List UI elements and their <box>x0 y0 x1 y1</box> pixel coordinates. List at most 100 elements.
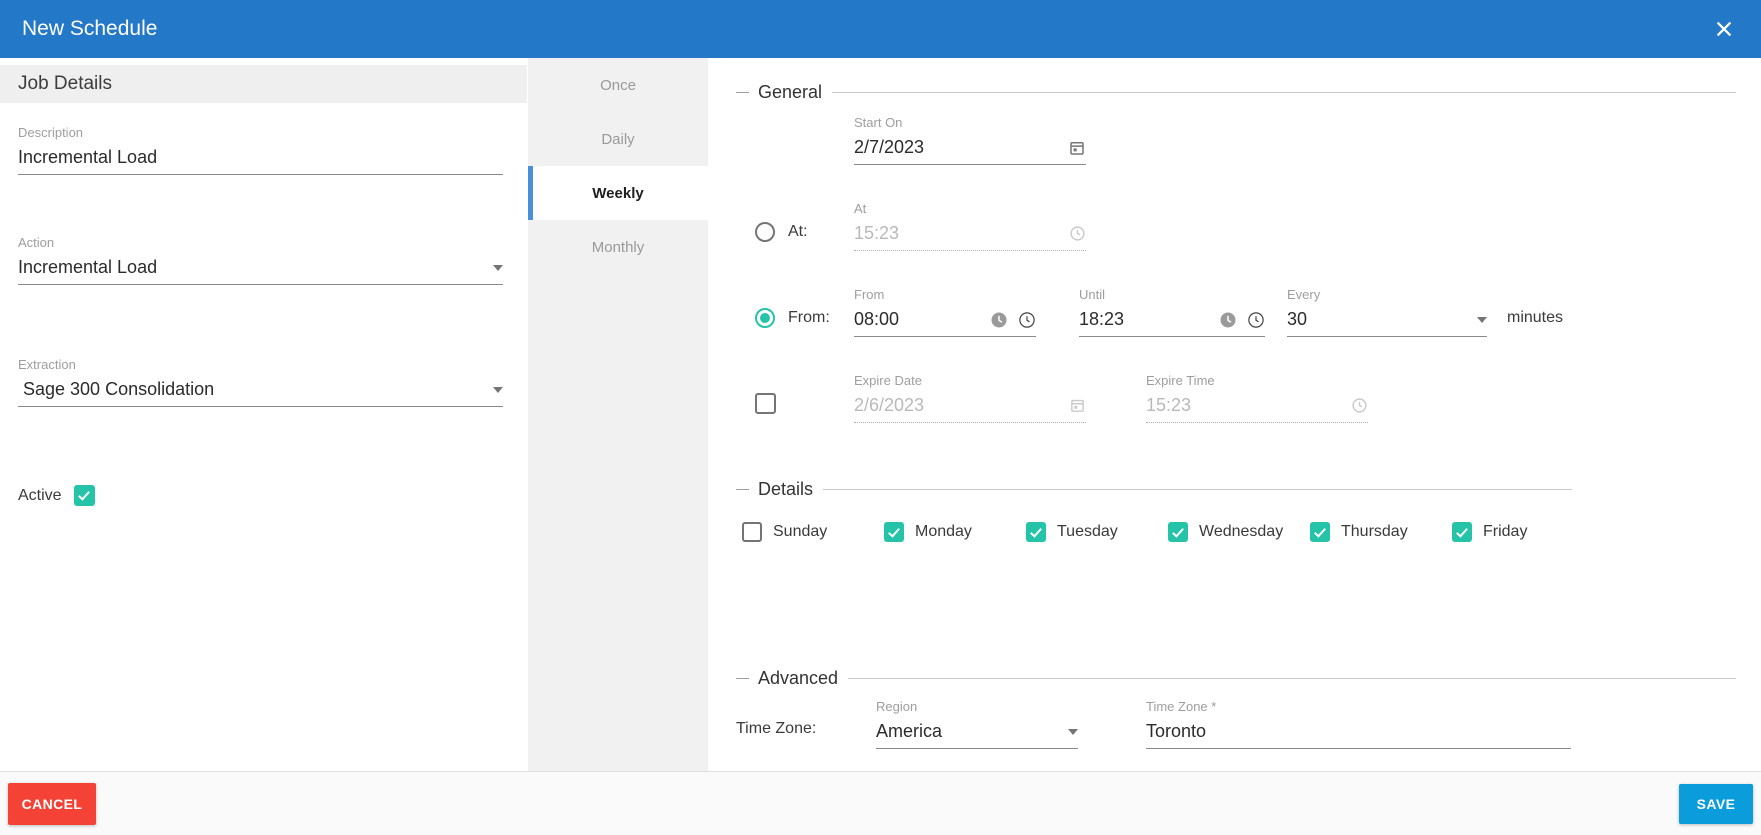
calendar-icon[interactable] <box>1069 397 1086 414</box>
clock-filled-icon[interactable] <box>1219 311 1237 329</box>
day-item-thursday: Thursday <box>1310 522 1452 542</box>
job-details-fields: Description Incremental Load Action Incr… <box>0 125 527 506</box>
advanced-legend-text: Advanced <box>758 668 838 689</box>
clock-outline-icon[interactable] <box>1018 311 1036 329</box>
description-value[interactable]: Incremental Load <box>18 147 503 168</box>
extraction-value[interactable]: Sage 300 Consolidation <box>18 379 493 400</box>
details-legend-text: Details <box>758 479 813 500</box>
tab-once[interactable]: Once <box>528 58 708 112</box>
calendar-icon[interactable] <box>1068 139 1086 157</box>
close-icon[interactable] <box>1711 16 1737 42</box>
time-zone-value[interactable]: Toronto <box>1146 721 1571 742</box>
minutes-label: minutes <box>1507 309 1563 337</box>
from-time-field[interactable]: From 08:00 <box>854 287 1036 337</box>
dialog-footer: CANCEL SAVE <box>0 771 1761 835</box>
clock-icon[interactable] <box>1351 397 1368 414</box>
advanced-section-legend: Advanced <box>736 668 1736 689</box>
expire-time-value[interactable]: 15:23 <box>1146 395 1351 416</box>
day-item-friday: Friday <box>1452 522 1594 542</box>
at-time-label: At <box>854 201 1086 216</box>
at-time-field[interactable]: At 15:23 <box>854 201 1086 251</box>
expire-time-label: Expire Time <box>1146 373 1368 388</box>
tab-monthly[interactable]: Monthly <box>528 220 708 274</box>
start-on-value[interactable]: 2/7/2023 <box>854 137 1068 158</box>
time-zone-field[interactable]: Time Zone * Toronto <box>1146 699 1571 749</box>
start-on-label: Start On <box>854 115 1086 130</box>
expire-checkbox[interactable] <box>755 393 776 414</box>
until-time-field[interactable]: Until 18:23 <box>1079 287 1265 337</box>
at-radio-label: At: <box>788 223 808 241</box>
expire-date-label: Expire Date <box>854 373 1086 388</box>
sunday-label: Sunday <box>773 523 827 541</box>
region-value[interactable]: America <box>876 721 1068 742</box>
every-select[interactable]: Every 30 <box>1287 287 1487 337</box>
tab-weekly[interactable]: Weekly <box>528 166 708 220</box>
until-time-value[interactable]: 18:23 <box>1079 309 1219 330</box>
clock-outline-icon[interactable] <box>1247 311 1265 329</box>
active-label: Active <box>18 487 62 505</box>
day-item-monday: Monday <box>884 522 1026 542</box>
time-zone-row: Time Zone: Region America Time Zone * To… <box>736 699 1736 749</box>
description-field[interactable]: Description Incremental Load <box>18 125 503 175</box>
chevron-down-icon[interactable] <box>1068 729 1078 735</box>
sunday-checkbox[interactable] <box>742 522 762 542</box>
schedule-settings: General Start On 2/7/2023 At <box>708 58 1761 771</box>
from-time-value[interactable]: 08:00 <box>854 309 990 330</box>
until-time-label: Until <box>1079 287 1265 302</box>
monday-label: Monday <box>915 523 972 541</box>
time-zone-label: Time Zone * <box>1146 699 1571 714</box>
schedule-type-tabs: Once Daily Weekly Monthly <box>528 58 708 771</box>
tuesday-checkbox[interactable] <box>1026 522 1046 542</box>
start-on-field[interactable]: Start On 2/7/2023 <box>854 115 1086 165</box>
extraction-label: Extraction <box>18 357 503 372</box>
clock-icon[interactable] <box>1069 225 1086 242</box>
action-value[interactable]: Incremental Load <box>18 257 493 278</box>
new-schedule-dialog: New Schedule Job Details Description Inc… <box>0 0 1761 835</box>
description-label: Description <box>18 125 503 140</box>
every-value[interactable]: 30 <box>1287 309 1477 330</box>
dialog-header: New Schedule <box>0 0 1761 58</box>
at-time-value[interactable]: 15:23 <box>854 223 1069 244</box>
clock-filled-icon[interactable] <box>990 311 1008 329</box>
region-select[interactable]: Region America <box>876 699 1078 749</box>
thursday-checkbox[interactable] <box>1310 522 1330 542</box>
action-label: Action <box>18 235 503 250</box>
cancel-button[interactable]: CANCEL <box>8 783 96 825</box>
wednesday-label: Wednesday <box>1199 523 1283 541</box>
general-legend-text: General <box>758 82 822 103</box>
day-item-wednesday: Wednesday <box>1168 522 1310 542</box>
job-details-panel: Job Details Description Incremental Load… <box>0 58 527 771</box>
tab-weekly-label: Weekly <box>592 185 643 202</box>
expire-time-field[interactable]: Expire Time 15:23 <box>1146 373 1368 423</box>
at-radio[interactable] <box>755 222 775 242</box>
active-checkbox[interactable] <box>74 485 95 506</box>
chevron-down-icon[interactable] <box>1477 317 1487 323</box>
from-row: From: From 08:00 <box>736 287 1736 337</box>
tab-daily[interactable]: Daily <box>528 112 708 166</box>
region-label: Region <box>876 699 1078 714</box>
from-time-label: From <box>854 287 1036 302</box>
friday-checkbox[interactable] <box>1452 522 1472 542</box>
chevron-down-icon[interactable] <box>493 387 503 393</box>
expire-date-field[interactable]: Expire Date 2/6/2023 <box>854 373 1086 423</box>
dialog-title: New Schedule <box>22 17 157 41</box>
from-radio-label: From: <box>788 309 830 327</box>
check-icon <box>78 488 90 500</box>
action-select[interactable]: Action Incremental Load <box>18 235 503 285</box>
tab-monthly-label: Monthly <box>592 239 645 256</box>
wednesday-checkbox[interactable] <box>1168 522 1188 542</box>
monday-checkbox[interactable] <box>884 522 904 542</box>
extraction-select[interactable]: Extraction Sage 300 Consolidation <box>18 357 503 407</box>
day-item-tuesday: Tuesday <box>1026 522 1168 542</box>
weekday-checkboxes: Sunday Monday Tuesday Wednesday Thursday <box>736 522 1736 542</box>
expire-date-value[interactable]: 2/6/2023 <box>854 395 1069 416</box>
from-radio[interactable] <box>755 308 775 328</box>
every-label: Every <box>1287 287 1487 302</box>
tab-once-label: Once <box>600 77 636 94</box>
at-row: At: At 15:23 <box>736 201 1736 251</box>
day-item-sunday: Sunday <box>742 522 884 542</box>
expire-row: Expire Date 2/6/2023 Expire Time 15:23 <box>736 373 1736 423</box>
chevron-down-icon[interactable] <box>493 265 503 271</box>
general-section-legend: General <box>736 82 1736 103</box>
save-button[interactable]: SAVE <box>1679 784 1753 824</box>
